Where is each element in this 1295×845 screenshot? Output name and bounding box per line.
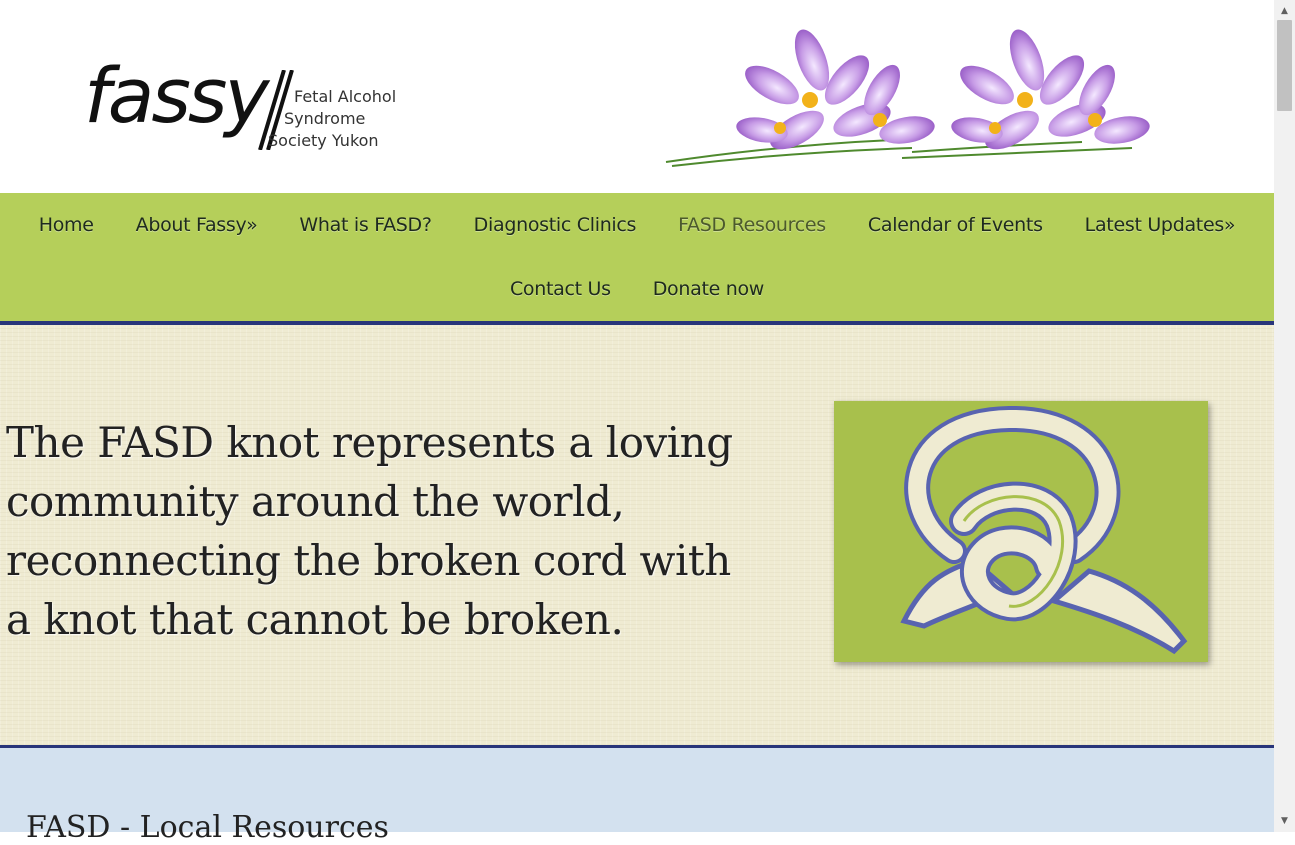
- fasd-knot-icon: [900, 405, 1188, 655]
- nav-row-1: Home About Fassy» What is FASD? Diagnost…: [0, 193, 1274, 257]
- logo-wordmark: fassy: [84, 51, 269, 140]
- fasd-knot-image: [834, 401, 1208, 662]
- logo-tagline: Fetal Alcohol Syndrome Society Yukon: [268, 86, 396, 152]
- logo-line-1: Fetal Alcohol: [294, 87, 397, 106]
- vertical-scrollbar[interactable]: ▲ ▼: [1274, 0, 1295, 832]
- site-header: fassy Fetal Alcohol Syndrome Society Yuk…: [0, 0, 1274, 193]
- hero-quote: The FASD knot represents a loving commun…: [6, 418, 733, 644]
- nav-item-contact-us[interactable]: Contact Us: [489, 278, 632, 300]
- nav-item-donate-now[interactable]: Donate now: [632, 278, 785, 300]
- scrollbar-thumb[interactable]: [1277, 20, 1292, 111]
- fassy-logo[interactable]: fassy Fetal Alcohol Syndrome Society Yuk…: [84, 58, 404, 158]
- hero-section: The FASD knot represents a loving commun…: [0, 325, 1274, 748]
- triangle-up-icon[interactable]: ▲: [1274, 2, 1295, 20]
- section-title: FASD - Local Resources: [26, 810, 389, 845]
- nav-item-about-fassy[interactable]: About Fassy»: [115, 214, 279, 236]
- nav-item-calendar-of-events[interactable]: Calendar of Events: [847, 214, 1064, 236]
- nav-item-fasd-resources[interactable]: FASD Resources: [657, 214, 847, 236]
- crocus-flowers-image: [665, 29, 1150, 167]
- nav-item-latest-updates[interactable]: Latest Updates»: [1064, 214, 1257, 236]
- logo-line-2: Syndrome: [284, 109, 366, 128]
- nav-item-home[interactable]: Home: [18, 214, 115, 236]
- triangle-down-icon[interactable]: ▼: [1274, 812, 1295, 830]
- main-navigation: Home About Fassy» What is FASD? Diagnost…: [0, 193, 1274, 325]
- local-resources-section: FASD - Local Resources: [0, 748, 1274, 845]
- logo-line-3: Society Yukon: [268, 131, 379, 150]
- nav-item-diagnostic-clinics[interactable]: Diagnostic Clinics: [453, 214, 657, 236]
- nav-item-what-is-fasd[interactable]: What is FASD?: [278, 214, 452, 236]
- nav-row-2: Contact Us Donate now: [0, 257, 1274, 321]
